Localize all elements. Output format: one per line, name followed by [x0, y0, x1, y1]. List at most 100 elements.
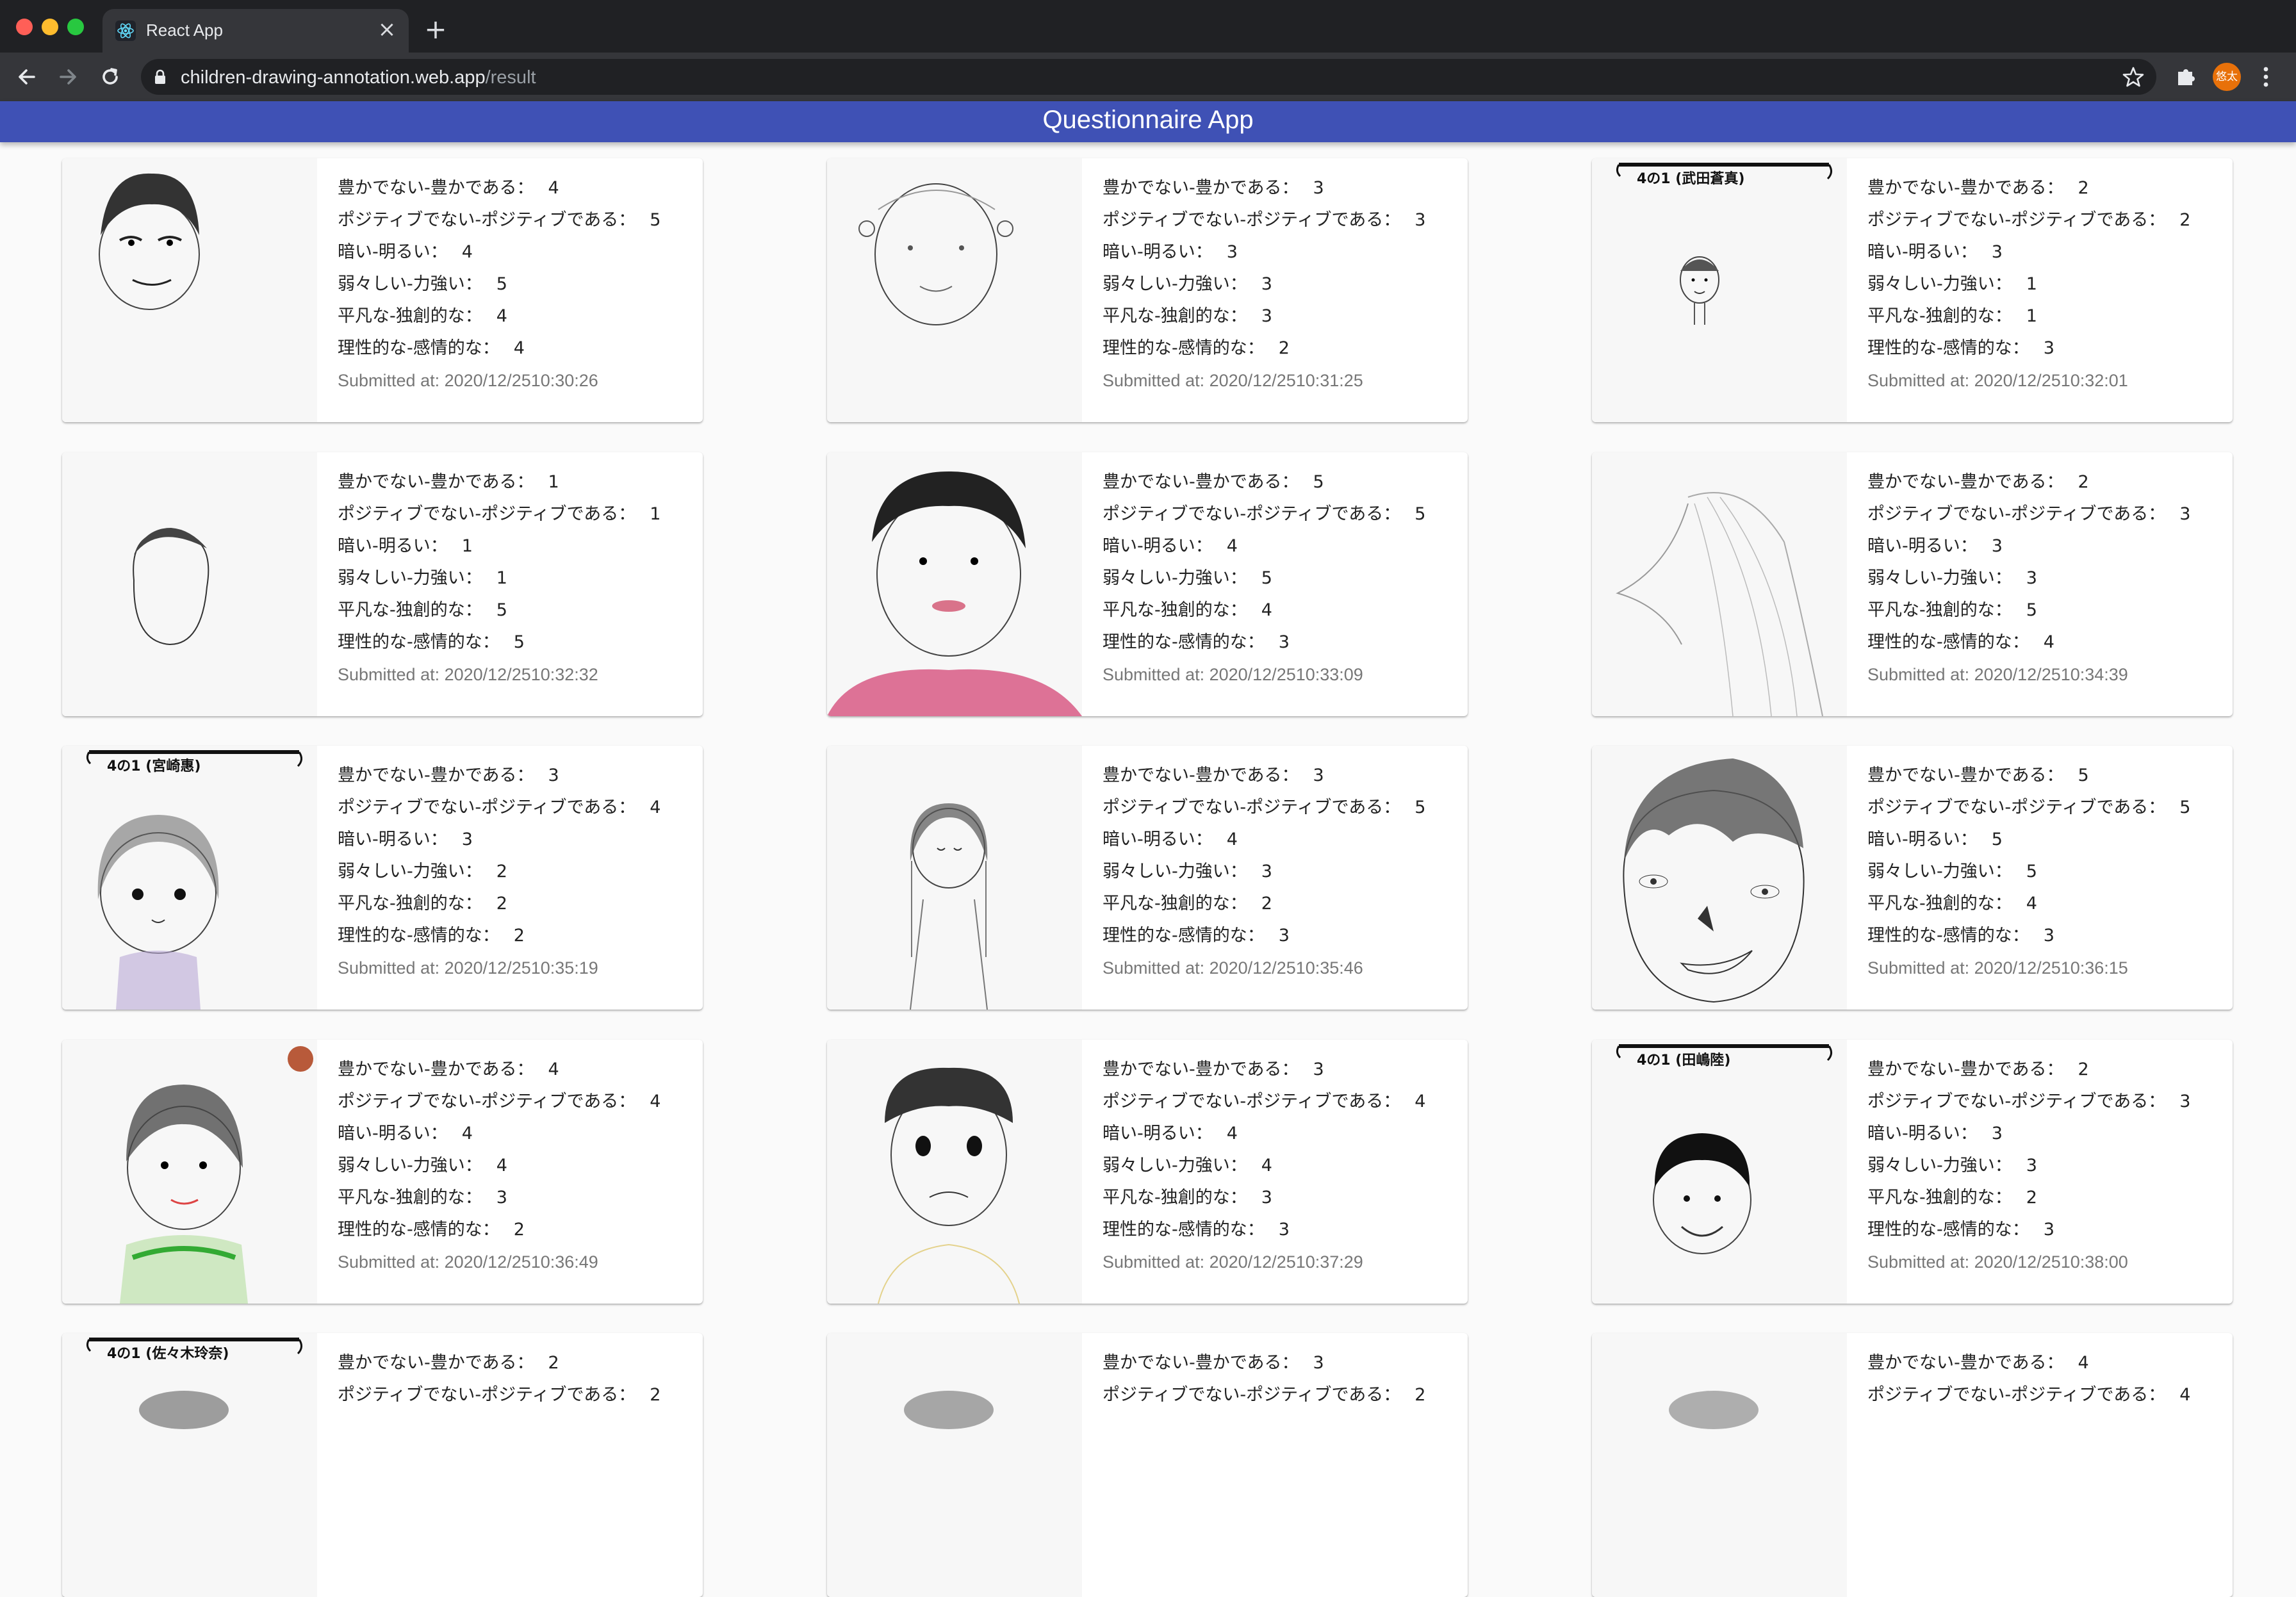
rating-row-bright: 暗い-明るい： 5 [1867, 824, 2190, 856]
rating-value: 3 [1313, 1353, 1324, 1373]
maximize-window-button[interactable] [67, 19, 84, 35]
result-card: 4の1 (宮崎惠) 豊かでない-豊かである： 3 ポジティブでない-ポジティブである：… [62, 746, 703, 1010]
rating-row-strong: 弱々しい-力強い： 3 [1867, 562, 2190, 594]
reload-icon[interactable] [97, 64, 123, 90]
long-hair-profile-drawing-icon [1592, 452, 1847, 716]
rating-list: 豊かでない-豊かである： 1 ポジティブでない-ポジティブである： 1 暗い-明るい： 1… [338, 466, 660, 691]
rating-list: 豊かでない-豊かである： 3 ポジティブでない-ポジティブである： 2 [1103, 1347, 1425, 1411]
rating-value: 4 [461, 1124, 473, 1143]
rating-label: 理性的な-感情的な： [1867, 1220, 2030, 1240]
rating-row-positive: ポジティブでない-ポジティブである： 3 [1103, 204, 1425, 236]
rating-value: 3 [2026, 568, 2037, 588]
rating-label: 暗い-明るい： [1867, 242, 1978, 262]
rating-value: 4 [2179, 1385, 2191, 1405]
rating-label: 理性的な-感情的な： [1103, 1220, 1265, 1240]
rating-row-positive: ポジティブでない-ポジティブである： 2 [338, 1379, 660, 1411]
rating-row-emotional: 理性的な-感情的な： 2 [338, 1214, 660, 1246]
rating-label: 弱々しい-力強い： [1867, 568, 2012, 588]
rating-label: ポジティブでない-ポジティブである： [338, 504, 636, 524]
rating-label: ポジティブでない-ポジティブである： [1867, 1385, 2166, 1405]
rating-value: 3 [2043, 1220, 2054, 1240]
submitted-timestamp: Submitted at: 2020/12/2510:36:49 [338, 1252, 598, 1272]
drawing-header-label: 4の1 (武田蒼真) [1637, 171, 1745, 187]
big-face-drawing-icon [1592, 746, 1847, 1010]
address-bar[interactable]: children-drawing-annotation.web.app/resu… [141, 59, 2156, 95]
rating-row-bright: 暗い-明るい： 4 [338, 1118, 660, 1150]
rating-value: 4 [650, 798, 661, 817]
rating-value: 1 [650, 504, 661, 524]
rating-row-rich: 豊かでない-豊かである： 4 [1867, 1347, 2190, 1379]
rating-value: 2 [1414, 1385, 1426, 1405]
rating-value: 3 [1414, 210, 1426, 230]
drawing-header-label: 4の1 (佐々木玲奈) [107, 1346, 229, 1362]
rating-list: 豊かでない-豊かである： 4 ポジティブでない-ポジティブである： 5 暗い-明るい： 4… [338, 172, 660, 397]
result-card: 豊かでない-豊かである： 3 ポジティブでない-ポジティブである： 5 暗い-明るい： 4… [827, 746, 1468, 1010]
rating-row-positive: ポジティブでない-ポジティブである： 3 [1867, 1086, 2190, 1118]
rating-row-bright: 暗い-明るい： 1 [338, 530, 660, 562]
minimize-window-button[interactable] [42, 19, 58, 35]
rating-row-strong: 弱々しい-力強い： 4 [1103, 1150, 1425, 1182]
rating-row-original: 平凡な-独創的な： 2 [338, 888, 660, 920]
rating-value: 4 [496, 1156, 507, 1175]
rating-label: 暗い-明るい： [1103, 242, 1213, 262]
rating-value: 4 [1414, 1092, 1426, 1111]
rating-row-rich: 豊かでない-豊かである： 3 [1103, 1347, 1425, 1379]
rating-label: ポジティブでない-ポジティブである： [1867, 504, 2166, 524]
rating-row-positive: ポジティブでない-ポジティブである： 4 [338, 1086, 660, 1118]
result-card: 豊かでない-豊かである： 3 ポジティブでない-ポジティブである： 4 暗い-明るい： 4… [827, 1040, 1468, 1304]
rating-value: 4 [1226, 536, 1238, 556]
new-tab-icon[interactable]: + [423, 16, 448, 43]
bookmark-star-icon[interactable] [2122, 65, 2145, 88]
rating-label: 平凡な-独創的な： [1867, 1188, 2012, 1208]
tab-close-icon[interactable]: × [375, 18, 398, 41]
rating-row-rich: 豊かでない-豊かである： 5 [1867, 760, 2190, 792]
rating-row-positive: ポジティブでない-ポジティブである： 2 [1867, 204, 2190, 236]
rating-row-strong: 弱々しい-力強い： 5 [338, 268, 660, 300]
rating-value: 3 [1991, 1124, 2003, 1143]
rating-label: 弱々しい-力強い： [1867, 862, 2012, 881]
close-window-button[interactable] [16, 19, 33, 35]
rating-row-bright: 暗い-明るい： 3 [1867, 1118, 2190, 1150]
rating-label: 暗い-明るい： [1103, 830, 1213, 849]
forward-arrow-icon[interactable] [55, 64, 81, 90]
rating-label: 豊かでない-豊かである： [1103, 178, 1299, 198]
rating-row-bright: 暗い-明るい： 4 [1103, 530, 1425, 562]
rating-value: 5 [513, 632, 525, 652]
rating-value: 3 [1991, 242, 2003, 262]
rating-row-bright: 暗い-明るい： 4 [1103, 1118, 1425, 1150]
partial-drawing-icon [827, 1333, 1082, 1597]
rating-value: 5 [2026, 600, 2037, 620]
rating-value: 4 [650, 1092, 661, 1111]
lock-icon [155, 69, 165, 84]
sketch-face-drawing-icon [827, 158, 1082, 422]
rating-label: ポジティブでない-ポジティブである： [1103, 1092, 1401, 1111]
rating-row-original: 平凡な-独創的な： 4 [1103, 594, 1425, 627]
rating-value: 5 [1313, 472, 1324, 492]
bowl-cut-boy-drawing-icon [827, 1040, 1082, 1304]
more-menu-icon[interactable] [2261, 63, 2270, 91]
extensions-puzzle-icon[interactable] [2174, 64, 2199, 88]
rating-row-emotional: 理性的な-感情的な： 3 [1103, 920, 1425, 952]
rating-row-bright: 暗い-明るい： 4 [1103, 824, 1425, 856]
rating-label: ポジティブでない-ポジティブである： [1103, 1385, 1401, 1405]
rating-label: 豊かでない-豊かである： [1103, 1060, 1299, 1079]
result-card: 4の1 (田嶋陸) 豊かでない-豊かである： 2 ポジティブでない-ポジティブである：… [1592, 1040, 2233, 1304]
rating-row-original: 平凡な-独創的な： 3 [1103, 300, 1425, 332]
rating-value: 1 [548, 472, 559, 492]
rating-value: 2 [496, 894, 507, 913]
rating-label: 豊かでない-豊かである： [1867, 178, 2064, 198]
rating-label: 平凡な-独創的な： [338, 600, 482, 620]
submitted-timestamp: Submitted at: 2020/12/2510:33:09 [1103, 665, 1363, 684]
back-arrow-icon[interactable] [14, 64, 40, 90]
browser-tab[interactable]: React App × [102, 9, 409, 53]
rating-label: 豊かでない-豊かである： [1867, 1060, 2064, 1079]
rating-value: 1 [496, 568, 507, 588]
profile-avatar[interactable]: 悠太 [2213, 63, 2241, 91]
rating-label: 暗い-明るい： [1103, 1124, 1213, 1143]
rating-label: 平凡な-独創的な： [1867, 306, 2012, 326]
rating-value: 3 [2043, 926, 2054, 946]
rating-row-positive: ポジティブでない-ポジティブである： 4 [1867, 1379, 2190, 1411]
rating-row-strong: 弱々しい-力強い： 3 [1103, 856, 1425, 888]
submitted-timestamp: Submitted at: 2020/12/2510:37:29 [1103, 1252, 1363, 1272]
rating-label: 暗い-明るい： [338, 536, 448, 556]
